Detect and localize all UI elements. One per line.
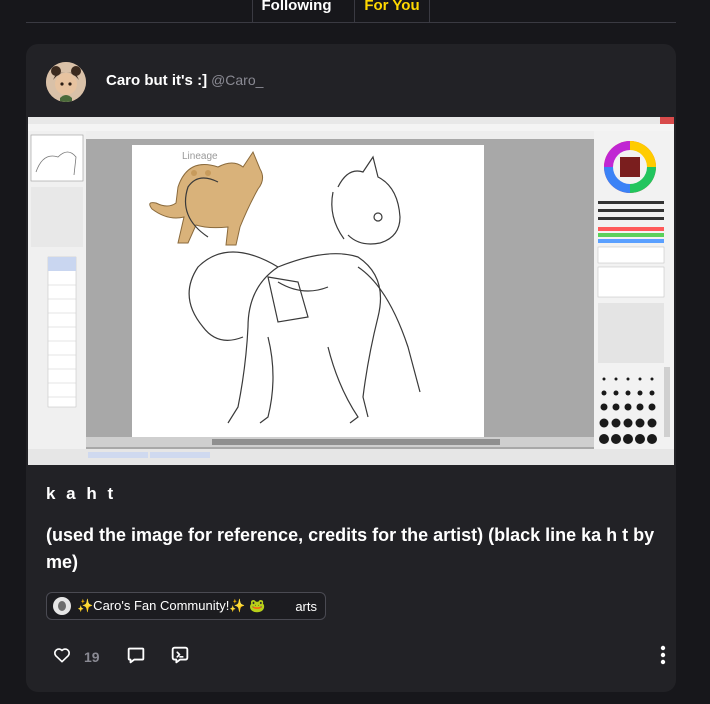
community-channel: arts bbox=[295, 598, 317, 614]
post-card[interactable]: Caro but it's :] @Caro_ Lineage k a h t … bbox=[26, 44, 676, 692]
repost-button[interactable] bbox=[169, 644, 191, 670]
post-body: (used the image for reference, credits f… bbox=[46, 525, 655, 572]
community-chip[interactable]: ✨Caro's Fan Community!✨ 🐸 arts bbox=[46, 592, 326, 620]
like-button[interactable]: 19 bbox=[52, 644, 100, 670]
post-title: k a h t bbox=[46, 484, 117, 503]
author-name[interactable]: Caro but it's :] bbox=[106, 72, 207, 89]
like-count: 19 bbox=[84, 649, 100, 665]
comment-button[interactable] bbox=[125, 644, 147, 670]
author-line[interactable]: Caro but it's :] @Caro_ bbox=[106, 72, 263, 89]
svg-text:Lineage: Lineage bbox=[182, 151, 218, 162]
heart-icon bbox=[52, 645, 72, 670]
community-avatar bbox=[53, 597, 71, 615]
author-handle[interactable]: @Caro_ bbox=[211, 72, 263, 88]
more-vertical-icon bbox=[653, 644, 673, 671]
community-name: ✨Caro's Fan Community!✨ 🐸 bbox=[77, 598, 266, 613]
repost-icon bbox=[169, 644, 191, 671]
more-options-button[interactable] bbox=[653, 644, 673, 670]
post-actions: 19 bbox=[52, 644, 672, 670]
comment-bubble-icon bbox=[125, 644, 147, 671]
tab-for-you[interactable]: For You bbox=[354, 0, 430, 22]
post-image[interactable]: Lineage bbox=[28, 117, 674, 465]
tab-following[interactable]: Following bbox=[252, 0, 340, 22]
feed-tabs: Following For You bbox=[26, 0, 676, 23]
author-avatar[interactable] bbox=[46, 62, 86, 102]
